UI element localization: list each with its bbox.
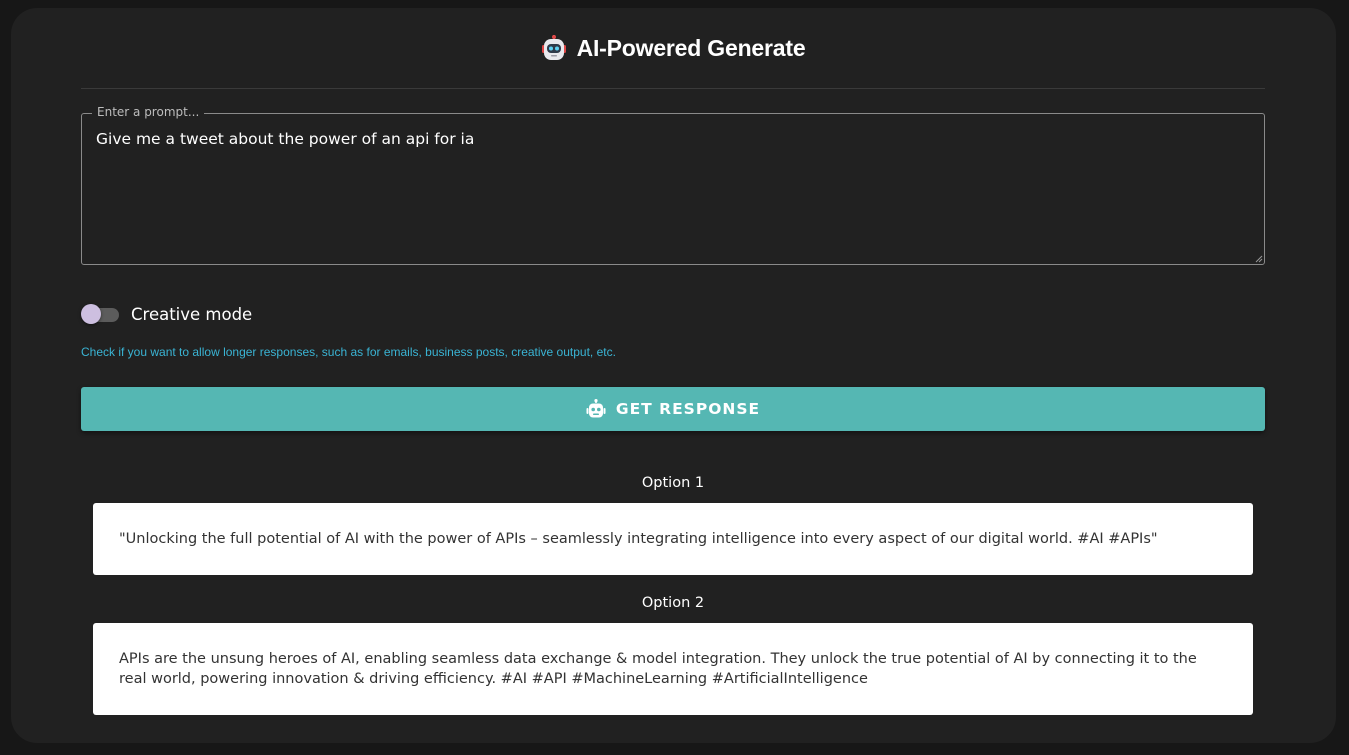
page-title: AI-Powered Generate (576, 34, 806, 61)
header: AI-Powered Generate (81, 8, 1265, 89)
get-response-label: GET RESPONSE (615, 400, 761, 418)
option-2-title: Option 2 (641, 595, 705, 611)
creative-mode-label[interactable]: Creative mode (131, 305, 252, 324)
creative-mode-row: Creative mode (81, 302, 252, 326)
resize-handle-icon[interactable] (1255, 255, 1263, 263)
option-1-title: Option 1 (641, 475, 705, 491)
option-2-text: APIs are the unsung heroes of AI, enabli… (119, 651, 1197, 687)
creative-mode-switch[interactable] (81, 302, 119, 326)
creative-mode-hint: Check if you want to allow longer respon… (81, 345, 616, 359)
prompt-input[interactable]: Give me a tweet about the power of an ap… (96, 130, 1246, 250)
robot-face-icon (541, 35, 566, 60)
switch-thumb[interactable] (81, 304, 101, 324)
prompt-field[interactable]: Enter a prompt... Give me a tweet about … (81, 105, 1265, 265)
prompt-label: Enter a prompt... (92, 105, 205, 119)
option-2-card[interactable]: APIs are the unsung heroes of AI, enabli… (93, 623, 1253, 715)
generator-card: AI-Powered Generate Enter a prompt... Gi… (11, 8, 1336, 743)
robot-icon (586, 399, 606, 418)
option-1-card[interactable]: "Unlocking the full potential of AI with… (93, 503, 1253, 575)
option-1-text: "Unlocking the full potential of AI with… (119, 531, 1158, 547)
get-response-button[interactable]: GET RESPONSE (81, 387, 1265, 431)
